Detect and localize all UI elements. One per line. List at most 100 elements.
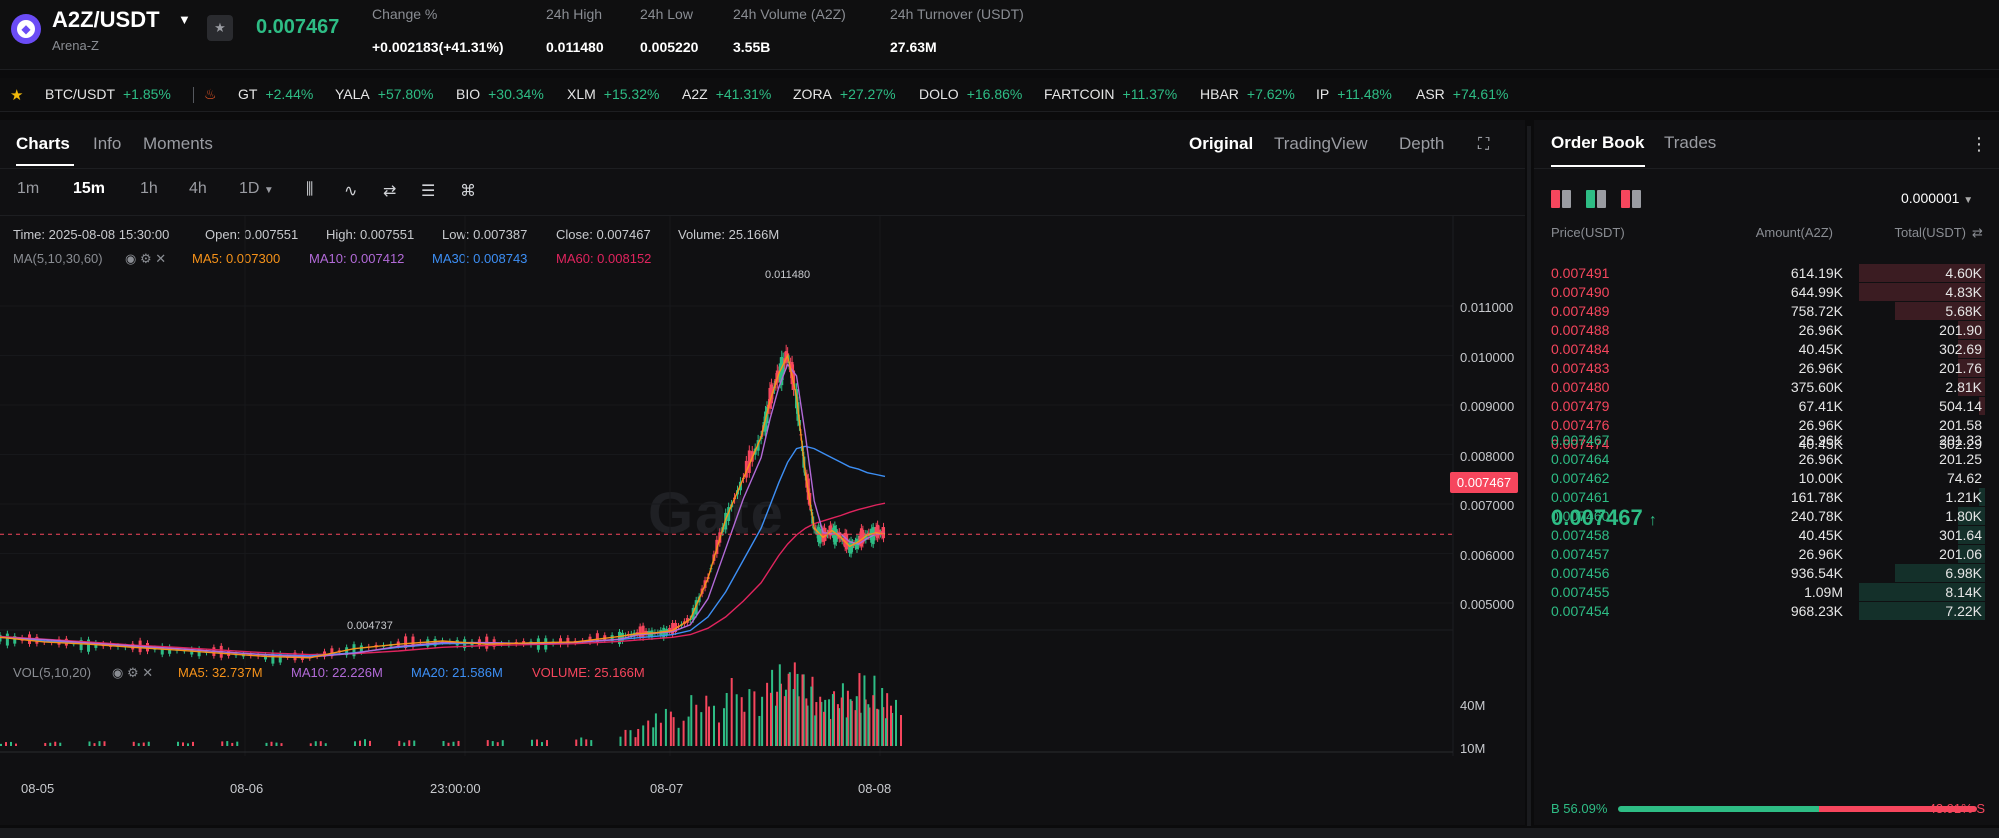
view-tab-depth[interactable]: Depth (1399, 134, 1444, 154)
row-price: 0.007460 (1551, 508, 1610, 524)
row-total: 201.33 (1939, 432, 1982, 448)
ask-row[interactable]: 0.007480 375.60K 2.81K (1534, 377, 1999, 396)
volume-bar (354, 741, 356, 746)
bid-row[interactable]: 0.007454 968.23K 7.22K (1534, 601, 1999, 620)
volume-bar (769, 692, 772, 746)
bid-row[interactable]: 0.007462 10.00K 74.62 (1534, 468, 1999, 487)
column-price: Price(USDT) (1551, 225, 1625, 240)
ticker-item[interactable]: YALA +57.80% (335, 86, 433, 102)
ticker-item[interactable]: GT +2.44% (238, 86, 313, 102)
bid-row[interactable]: 0.007458 40.45K 301.64 (1534, 525, 1999, 544)
volume-bar (792, 689, 795, 746)
ask-row[interactable]: 0.007483 26.96K 201.76 (1534, 358, 1999, 377)
bid-row[interactable]: 0.007464 26.96K 201.25 (1534, 449, 1999, 468)
volume-bar (580, 737, 583, 746)
interval-4h[interactable]: 4h (189, 180, 207, 198)
sell-ratio: 43.91% S (1928, 801, 1985, 816)
row-amount: 10.00K (1798, 470, 1843, 486)
pair-name[interactable]: A2Z/USDT (52, 7, 160, 33)
swap-unit-icon[interactable]: ⇄ (1972, 225, 1983, 241)
caret-down-icon: ▼ (1963, 195, 1974, 206)
volume-bar (700, 712, 703, 746)
drawing-tools-icon[interactable]: ⌘ (460, 181, 476, 201)
volume-bar (814, 715, 817, 746)
volume-bar (364, 739, 366, 746)
favorites-star-icon[interactable]: ★ (10, 86, 23, 104)
bottom-scrollbar[interactable] (0, 828, 1999, 838)
market-header: ◆ A2Z/USDT ▼ Arena-Z ★ 0.007467 Change %… (0, 0, 1999, 70)
bid-row[interactable]: 0.007460 240.78K 1.80K (1534, 506, 1999, 525)
volume-bar (280, 743, 283, 746)
ticker-item[interactable]: ASR +74.61% (1416, 86, 1508, 102)
ask-row[interactable]: 0.007491 614.19K 4.60K (1534, 263, 1999, 282)
tab-order-book[interactable]: Order Book (1551, 133, 1645, 153)
volume-value: VOLUME: 25.166M (532, 665, 645, 680)
row-price: 0.007457 (1551, 546, 1610, 562)
row-price: 0.007464 (1551, 451, 1610, 467)
row-total: 5.68K (1945, 303, 1982, 319)
panel-resize-handle[interactable] (1527, 126, 1531, 826)
row-amount: 968.23K (1790, 603, 1843, 619)
tab-trades[interactable]: Trades (1664, 133, 1716, 153)
ask-row[interactable]: 0.007489 758.72K 5.68K (1534, 301, 1999, 320)
volume-bar (49, 742, 52, 746)
fullscreen-icon[interactable]: ⛶ (1478, 136, 1489, 154)
chevron-down-icon[interactable]: ▼ (178, 12, 191, 27)
bid-row[interactable]: 0.007456 936.54K 6.98K (1534, 563, 1999, 582)
ticker-symbol: BIO (456, 86, 481, 102)
candlestick-type-icon[interactable]: ⫼ (306, 181, 313, 199)
book-mode-bids-icon[interactable] (1586, 190, 1606, 208)
ticker-item[interactable]: DOLO +16.86% (919, 86, 1022, 102)
volume-tick-label: 40M (1460, 698, 1486, 713)
ticker-item[interactable]: BIO +30.34% (456, 86, 544, 102)
volume-bar (858, 673, 861, 746)
bid-row[interactable]: 0.007455 1.09M 8.14K (1534, 582, 1999, 601)
ask-row[interactable]: 0.007484 40.45K 302.69 (1534, 339, 1999, 358)
more-options-icon[interactable]: ⋮ (1970, 134, 1988, 155)
tab-charts[interactable]: Charts (16, 134, 70, 154)
interval-15m[interactable]: 15m (73, 180, 105, 198)
row-amount: 240.78K (1790, 508, 1843, 524)
book-mode-both-icon[interactable] (1551, 190, 1571, 208)
ticker-item[interactable]: IP +11.48% (1316, 86, 1392, 102)
vol-visibility-icons[interactable]: ◉ ⚙ ✕ (112, 665, 153, 681)
volume-bar (787, 673, 790, 746)
volume-bar (647, 720, 650, 746)
settings-list-icon[interactable]: ☰ (421, 181, 435, 201)
volume-bar (0, 743, 2, 746)
compare-swap-icon[interactable]: ⇄ (383, 181, 396, 201)
view-tab-tradingview[interactable]: TradingView (1274, 134, 1368, 154)
tab-moments[interactable]: Moments (143, 134, 213, 154)
row-amount: 26.96K (1798, 360, 1843, 376)
row-total: 4.83K (1945, 284, 1982, 300)
ticker-item[interactable]: FARTCOIN +11.37% (1044, 86, 1177, 102)
vol-ma10-value: MA10: 22.226M (291, 665, 383, 680)
column-total: Total(USDT) (1894, 225, 1966, 240)
bid-row[interactable]: 0.007457 26.96K 201.06 (1534, 544, 1999, 563)
view-tab-original[interactable]: Original (1189, 134, 1253, 154)
ticker-item[interactable]: A2Z +41.31% (682, 86, 771, 102)
indicators-icon[interactable]: ∿ (344, 181, 357, 201)
interval-1h[interactable]: 1h (140, 180, 158, 198)
tab-info[interactable]: Info (93, 134, 121, 154)
row-amount: 26.96K (1798, 432, 1843, 448)
ask-row[interactable]: 0.007490 644.99K 4.83K (1534, 282, 1999, 301)
volume-bar (147, 741, 150, 746)
interval-1d-dropdown[interactable]: 1D ▼ (239, 180, 274, 198)
ticker-change: +2.44% (265, 86, 314, 102)
book-mode-asks-icon[interactable] (1621, 190, 1641, 208)
ticker-item[interactable]: XLM +15.32% (567, 86, 659, 102)
bid-row[interactable]: 0.007467 26.96K 201.33 (1534, 430, 1999, 449)
favorite-star-button[interactable]: ★ (207, 15, 233, 41)
ticker-symbol: BTC/USDT (45, 86, 115, 102)
ticker-item[interactable]: ZORA +27.27% (793, 86, 896, 102)
bid-row[interactable]: 0.007461 161.78K 1.21K (1534, 487, 1999, 506)
precision-select[interactable]: 0.000001 ▼ (1901, 190, 1973, 206)
interval-1m[interactable]: 1m (17, 180, 39, 198)
ask-row[interactable]: 0.007479 67.41K 504.14 (1534, 396, 1999, 415)
volume-bar (132, 741, 135, 746)
row-price: 0.007480 (1551, 379, 1610, 395)
ticker-item[interactable]: HBAR +7.62% (1200, 86, 1295, 102)
ask-row[interactable]: 0.007488 26.96K 201.90 (1534, 320, 1999, 339)
ticker-item[interactable]: BTC/USDT +1.85% (45, 86, 171, 102)
